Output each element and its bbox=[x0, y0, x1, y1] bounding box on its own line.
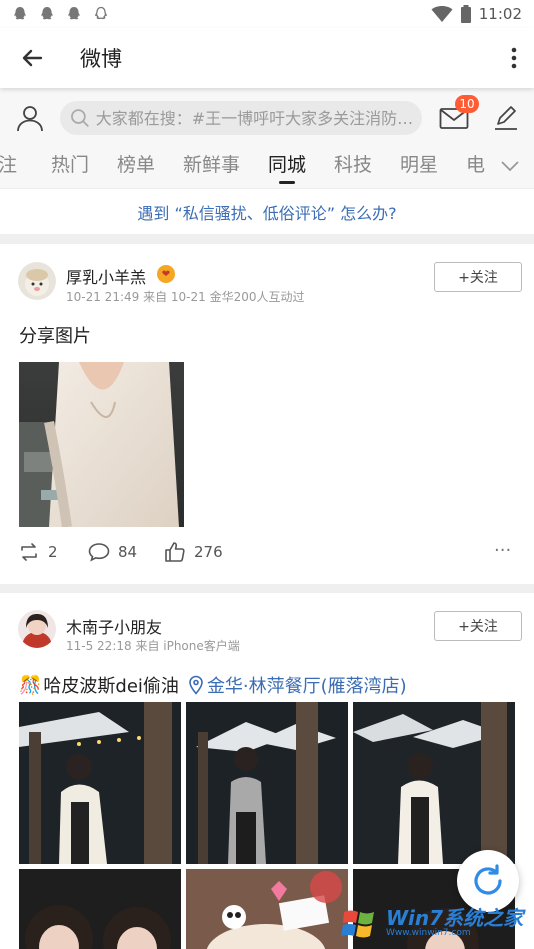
photo-image bbox=[186, 702, 348, 864]
sparkle-emoji-icon: 🎊 bbox=[19, 674, 42, 696]
messages-button[interactable]: 10 bbox=[422, 94, 486, 142]
watermark-text: Win7系统之家 bbox=[386, 906, 524, 931]
search-row: 10 bbox=[0, 94, 534, 142]
feed-card: 厚乳小羊羔 ❤ 10-21 21:49 来自 10-21 金华200人互动过 +… bbox=[0, 244, 534, 584]
post-image[interactable] bbox=[353, 702, 515, 864]
comment-count: 84 bbox=[118, 543, 138, 561]
post-meta: 11-5 22:18 来自 iPhone客户端 bbox=[66, 639, 240, 653]
mail-badge: 10 bbox=[455, 95, 479, 113]
photo-image bbox=[353, 702, 515, 864]
repost-count: 2 bbox=[48, 543, 58, 561]
tab-celebrity[interactable]: 明星 bbox=[400, 150, 438, 177]
search-box[interactable] bbox=[60, 101, 422, 135]
refresh-icon bbox=[474, 864, 502, 895]
avatar[interactable] bbox=[18, 262, 56, 300]
follow-button[interactable]: +关注 bbox=[434, 262, 522, 292]
watermark-url: Www.winwin7.com bbox=[386, 928, 471, 939]
search-icon bbox=[71, 109, 89, 127]
battery-icon bbox=[460, 5, 471, 23]
avatar[interactable] bbox=[18, 610, 56, 648]
post-meta: 10-21 21:49 来自 10-21 金华200人互动过 bbox=[66, 290, 305, 304]
site-watermark: Win7系统之家 Www.winwin7.com bbox=[340, 898, 534, 949]
tab-ranking[interactable]: 榜单 bbox=[117, 150, 155, 177]
like-button[interactable]: 276 bbox=[164, 542, 223, 562]
qq-icon bbox=[68, 7, 80, 20]
location-link[interactable]: 金华·林萍餐厅(雁落湾店) bbox=[207, 672, 407, 698]
feed-card: 木南子小朋友 11-5 22:18 来自 iPhone客户端 +关注 🎊 哈皮波… bbox=[0, 584, 534, 949]
notice-text[interactable]: 遇到 “私信骚扰、低俗评论” 怎么办? bbox=[137, 200, 396, 224]
chevron-down-icon bbox=[501, 161, 519, 172]
more-horiz-icon[interactable]: ··· bbox=[494, 540, 511, 561]
tab-local[interactable]: 同城 bbox=[268, 150, 306, 177]
username[interactable]: 木南子小朋友 bbox=[66, 614, 162, 638]
like-count: 276 bbox=[194, 543, 223, 561]
follow-button[interactable]: +关注 bbox=[434, 611, 522, 641]
page-title: 微博 bbox=[80, 47, 122, 71]
photo-image bbox=[19, 869, 181, 949]
post-text: 分享图片 bbox=[19, 326, 91, 347]
status-bar: 11:02 bbox=[0, 0, 534, 28]
search-input[interactable] bbox=[95, 108, 412, 128]
tab-tech[interactable]: 科技 bbox=[334, 150, 372, 177]
user-icon bbox=[17, 106, 43, 132]
qq-icon bbox=[41, 7, 53, 20]
compose-button[interactable] bbox=[486, 94, 526, 142]
photo-image bbox=[186, 869, 348, 949]
photo-image bbox=[19, 362, 184, 527]
compose-icon bbox=[495, 106, 517, 130]
top-bar: 10 注 热门 榜单 新鲜事 同城 科技 明星 电 bbox=[0, 88, 534, 188]
arrow-back-icon bbox=[22, 49, 43, 67]
more-vert-icon bbox=[511, 47, 517, 69]
wifi-icon bbox=[431, 6, 453, 22]
divider bbox=[0, 234, 534, 244]
tab-fresh[interactable]: 新鲜事 bbox=[183, 150, 240, 177]
qq-outline-icon bbox=[94, 6, 108, 20]
thumbs-up-icon bbox=[165, 542, 185, 562]
back-button[interactable] bbox=[0, 28, 64, 88]
location-pin-icon bbox=[189, 675, 203, 695]
tabs-expand-button[interactable] bbox=[496, 152, 524, 180]
status-time: 11:02 bbox=[478, 5, 522, 23]
post-image[interactable] bbox=[186, 869, 348, 949]
channel-tabs: 注 热门 榜单 新鲜事 同城 科技 明星 电 bbox=[0, 144, 534, 188]
post-text: 哈皮波斯dei偷油 bbox=[43, 676, 179, 697]
photo-image bbox=[19, 702, 181, 864]
vip-badge-icon: ❤ bbox=[157, 265, 175, 283]
comment-button[interactable]: 84 bbox=[88, 542, 137, 562]
profile-button[interactable] bbox=[0, 94, 60, 142]
username[interactable]: 厚乳小羊羔 bbox=[66, 264, 146, 288]
post-image[interactable] bbox=[19, 869, 181, 949]
avatar-image bbox=[18, 610, 56, 648]
tab-follow[interactable]: 注 bbox=[0, 150, 17, 177]
avatar-image bbox=[18, 262, 56, 300]
post-image[interactable] bbox=[19, 702, 181, 864]
post-image[interactable] bbox=[186, 702, 348, 864]
tab-partial[interactable]: 电 bbox=[466, 150, 485, 177]
notice-banner[interactable]: 遇到 “私信骚扰、低俗评论” 怎么办? bbox=[0, 188, 534, 234]
tab-hot[interactable]: 热门 bbox=[51, 150, 89, 177]
comment-icon bbox=[88, 543, 110, 562]
repost-icon bbox=[21, 543, 37, 561]
qq-icon bbox=[14, 7, 26, 20]
post-text-row: 🎊 哈皮波斯dei偷油 金华·林萍餐厅(雁落湾店) bbox=[19, 672, 407, 698]
windows-logo-icon bbox=[341, 910, 374, 937]
repost-button[interactable]: 2 bbox=[18, 542, 58, 562]
more-options-button[interactable] bbox=[494, 28, 534, 88]
post-image[interactable] bbox=[19, 362, 184, 527]
app-bar: 微博 bbox=[0, 28, 534, 88]
